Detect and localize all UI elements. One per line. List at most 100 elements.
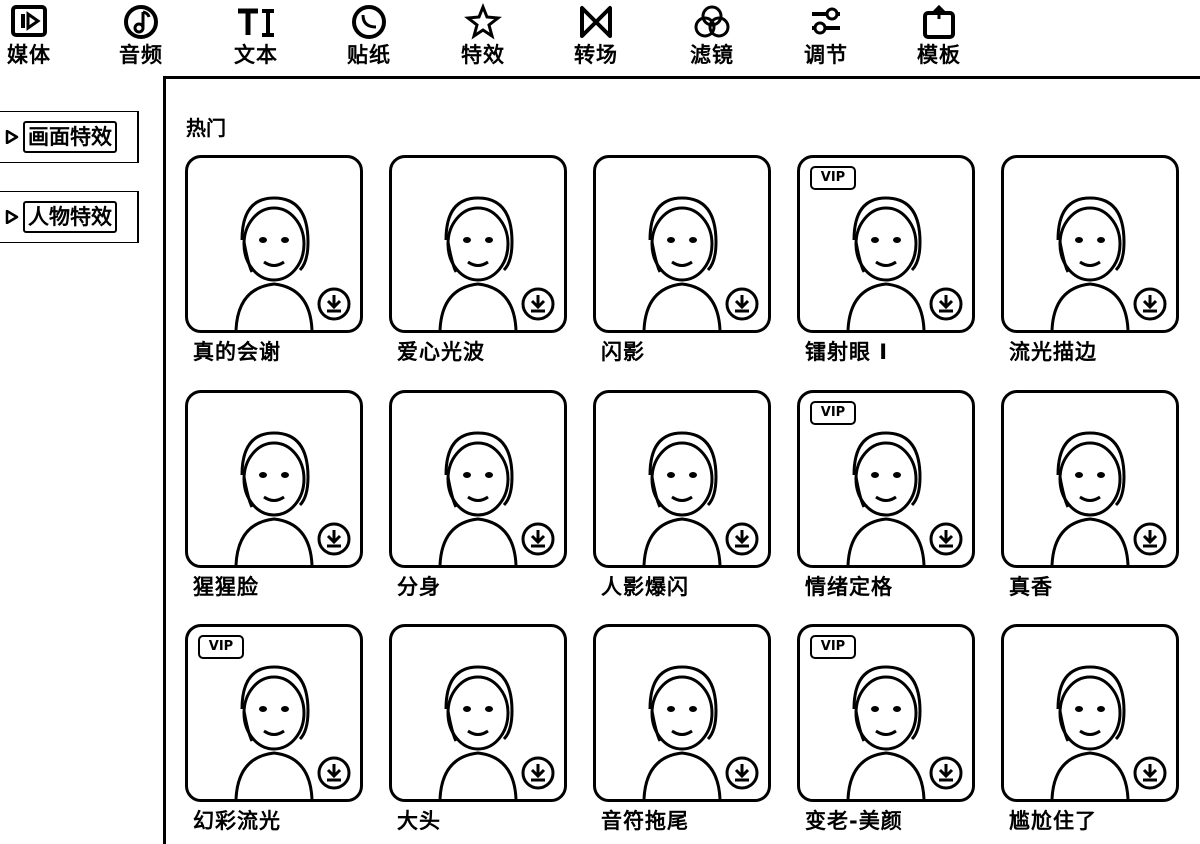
sticker-icon — [352, 5, 386, 39]
effect-label: 人影爆闪 — [601, 575, 689, 599]
effect-card[interactable]: 爱心光波 — [389, 155, 567, 364]
tab-label: 媒体 — [7, 43, 51, 67]
download-icon[interactable] — [1132, 755, 1168, 791]
template-icon — [923, 4, 955, 39]
effect-card[interactable]: 人影爆闪 — [593, 390, 771, 599]
effect-label: 音符拖尾 — [601, 809, 689, 833]
effect-label: 真香 — [1009, 575, 1053, 599]
vip-badge: VIP — [810, 166, 856, 190]
tab-label: 模板 — [917, 43, 961, 67]
sidebar-item-label: 人物特效 — [23, 201, 117, 233]
vip-badge: VIP — [810, 401, 856, 425]
effect-card[interactable]: 真香 — [1001, 390, 1179, 599]
effect-card[interactable]: 流光描边 — [1001, 155, 1179, 364]
download-icon[interactable] — [928, 521, 964, 557]
effect-thumbnail — [593, 155, 771, 333]
transition-icon — [580, 6, 612, 38]
sidebar-divider — [163, 76, 166, 844]
tab-label: 音频 — [119, 43, 163, 67]
tab-label: 转场 — [574, 43, 618, 67]
effect-card[interactable]: VIP 幻彩流光 — [185, 624, 363, 833]
download-icon[interactable] — [724, 755, 760, 791]
audio-icon — [124, 5, 158, 39]
vip-badge: VIP — [810, 635, 856, 659]
tab-adjust[interactable]: 调节 — [791, 0, 861, 72]
tab-audio[interactable]: 音频 — [106, 0, 176, 72]
effect-thumbnail — [1001, 390, 1179, 568]
triangle-right-icon — [5, 130, 19, 144]
sidebar-item-screen-effects[interactable]: 画面特效 — [0, 111, 139, 163]
download-icon[interactable] — [520, 286, 556, 322]
effect-thumbnail — [389, 390, 567, 568]
text-icon — [238, 8, 274, 37]
effect-thumbnail: VIP — [797, 155, 975, 333]
adjust-icon — [812, 7, 840, 35]
download-icon[interactable] — [316, 286, 352, 322]
effect-card[interactable]: 尴尬住了 — [1001, 624, 1179, 833]
effect-label: 真的会谢 — [193, 340, 281, 364]
download-icon[interactable] — [1132, 521, 1168, 557]
effect-card[interactable]: 大头 — [389, 624, 567, 833]
vip-badge: VIP — [198, 635, 244, 659]
effect-thumbnail — [185, 390, 363, 568]
effect-label: 变老-美颜 — [805, 809, 903, 833]
effect-label: 情绪定格 — [805, 575, 893, 599]
effect-card[interactable]: 真的会谢 — [185, 155, 363, 364]
tab-template[interactable]: 模板 — [904, 0, 974, 72]
effect-thumbnail — [1001, 155, 1179, 333]
effect-thumbnail — [593, 390, 771, 568]
download-icon[interactable] — [724, 286, 760, 322]
effect-label: 幻彩流光 — [193, 809, 281, 833]
effect-card[interactable]: VIP 情绪定格 — [797, 390, 975, 599]
tab-text[interactable]: 文本 — [221, 0, 291, 72]
tab-label: 特效 — [461, 43, 505, 67]
download-icon[interactable] — [724, 521, 760, 557]
effect-card[interactable]: VIP 镭射眼 I — [797, 155, 975, 364]
effect-label: 流光描边 — [1009, 340, 1097, 364]
effect-label: 尴尬住了 — [1009, 809, 1097, 833]
effect-thumbnail — [185, 155, 363, 333]
tab-filter[interactable]: 滤镜 — [677, 0, 747, 72]
effect-thumbnail: VIP — [797, 624, 975, 802]
effect-thumbnail — [389, 624, 567, 802]
media-icon — [11, 5, 47, 37]
download-icon[interactable] — [316, 521, 352, 557]
effect-label: 镭射眼 I — [805, 340, 889, 364]
filter-icon — [694, 5, 730, 38]
tab-label: 文本 — [234, 43, 278, 67]
effect-label: 闪影 — [601, 340, 645, 364]
tab-label: 贴纸 — [347, 43, 391, 67]
sidebar-item-person-effects[interactable]: 人物特效 — [0, 191, 139, 243]
top-toolbar: 媒体 音频 文本 贴纸 特效 转场 滤镜 调节 模板 — [0, 0, 1200, 72]
tab-media[interactable]: 媒体 — [0, 0, 64, 72]
tab-sticker[interactable]: 贴纸 — [334, 0, 404, 72]
section-title: 热门 — [186, 116, 226, 140]
effect-label: 猩猩脸 — [193, 575, 259, 599]
tab-label: 调节 — [804, 43, 848, 67]
download-icon[interactable] — [520, 755, 556, 791]
effect-label: 爱心光波 — [397, 340, 485, 364]
effect-card[interactable]: 闪影 — [593, 155, 771, 364]
effects-icon — [464, 3, 502, 40]
triangle-right-icon — [5, 210, 19, 224]
download-icon[interactable] — [1132, 286, 1168, 322]
toolbar-divider — [166, 76, 1200, 79]
tab-effects[interactable]: 特效 — [448, 0, 518, 72]
download-icon[interactable] — [928, 755, 964, 791]
effect-card[interactable]: 分身 — [389, 390, 567, 599]
effect-thumbnail — [593, 624, 771, 802]
effect-card[interactable]: 猩猩脸 — [185, 390, 363, 599]
effect-thumbnail — [1001, 624, 1179, 802]
tab-transition[interactable]: 转场 — [561, 0, 631, 72]
effect-label: 分身 — [397, 575, 441, 599]
effect-label: 大头 — [397, 809, 441, 833]
effect-thumbnail: VIP — [185, 624, 363, 802]
effect-thumbnail — [389, 155, 567, 333]
download-icon[interactable] — [520, 521, 556, 557]
effect-card[interactable]: VIP 变老-美颜 — [797, 624, 975, 833]
effect-card[interactable]: 音符拖尾 — [593, 624, 771, 833]
tab-label: 滤镜 — [690, 43, 734, 67]
download-icon[interactable] — [928, 286, 964, 322]
download-icon[interactable] — [316, 755, 352, 791]
sidebar-item-label: 画面特效 — [23, 121, 117, 153]
